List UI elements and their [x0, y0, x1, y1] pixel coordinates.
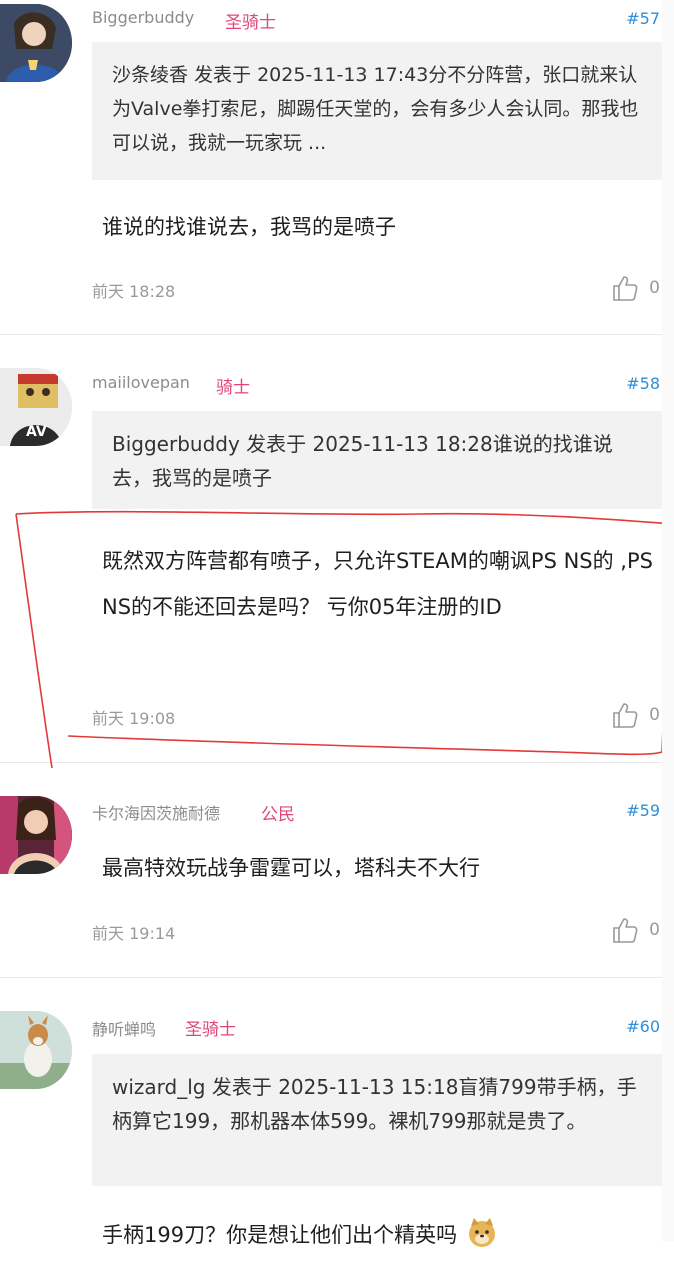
user-rank-badge: 圣骑士	[185, 1020, 236, 1040]
like-button[interactable]: 0	[611, 273, 660, 303]
post-content: 既然双方阵营都有喷子，只允许STEAM的嘲讽PS NS的 ,PS NS的不能还回…	[102, 549, 653, 619]
username[interactable]: maiilovepan	[92, 373, 190, 392]
like-count: 0	[649, 705, 660, 725]
avatar-image: AV	[0, 368, 72, 446]
post-content: 手柄199刀？你是想让他们出个精英吗	[102, 1212, 662, 1258]
thumbs-up-icon	[613, 703, 638, 728]
avatar-image	[0, 796, 72, 874]
floor-number[interactable]: #59	[626, 801, 660, 820]
floor-number[interactable]: #57	[626, 9, 660, 28]
svg-text:AV: AV	[26, 424, 47, 440]
avatar-image	[0, 4, 72, 82]
quote-block: 沙条绫香 发表于 2025-11-13 17:43分不分阵营，张口就来认为Val…	[92, 42, 662, 180]
username[interactable]: Biggerbuddy	[92, 8, 194, 27]
divider	[0, 762, 662, 763]
scrollbar-track[interactable]	[662, 0, 674, 1241]
quote-block: Biggerbuddy 发表于 2025-11-13 18:28谁说的找谁说去，…	[92, 411, 662, 509]
like-count: 0	[649, 920, 660, 940]
post-content: 最高特效玩战争雷霆可以，塔科夫不大行	[102, 856, 480, 880]
username[interactable]: 卡尔海因茨施耐德	[92, 800, 220, 824]
post-time: 前天 19:08	[92, 709, 176, 728]
post-time: 前天 18:28	[92, 282, 176, 301]
like-button[interactable]: 0	[611, 700, 660, 730]
like-button[interactable]: 0	[611, 915, 660, 945]
divider	[0, 334, 662, 335]
username[interactable]: 静听蝉鸣	[92, 1016, 156, 1040]
floor-number[interactable]: #58	[626, 374, 660, 393]
user-rank-badge: 骑士	[216, 378, 250, 398]
user-rank-badge: 圣骑士	[225, 13, 276, 33]
quote-block: wizard_lg 发表于 2025-11-13 15:18盲猜799带手柄，手…	[92, 1054, 662, 1186]
avatar[interactable]: AV	[0, 368, 72, 446]
floor-number[interactable]: #60	[626, 1017, 660, 1036]
divider	[0, 977, 662, 978]
doge-emoji-icon	[466, 1216, 498, 1248]
post-time: 前天 19:14	[92, 924, 176, 943]
avatar-image	[0, 1011, 72, 1089]
user-rank-badge: 公民	[261, 805, 295, 825]
avatar[interactable]	[0, 1011, 72, 1089]
post-content: 谁说的找谁说去，我骂的是喷子	[102, 215, 396, 239]
post-content-text: 手柄199刀？你是想让他们出个精英吗	[102, 1223, 458, 1247]
thumbs-up-icon	[613, 918, 638, 943]
like-count: 0	[649, 278, 660, 298]
avatar[interactable]	[0, 4, 72, 82]
thumbs-up-icon	[613, 276, 638, 301]
avatar[interactable]	[0, 796, 72, 874]
